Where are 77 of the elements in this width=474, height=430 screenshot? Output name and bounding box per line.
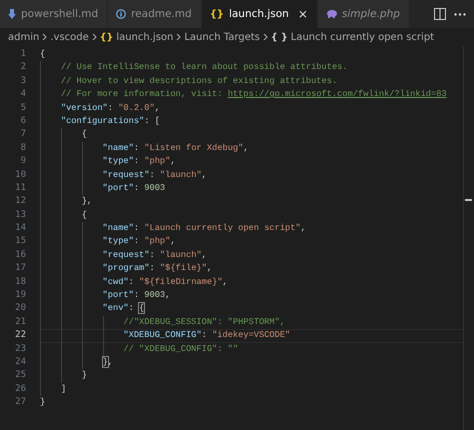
- editor-tab[interactable]: simple.php: [318, 0, 410, 28]
- code-line: {: [80, 129, 87, 140]
- editor-tab[interactable]: {} launch.json ×: [202, 0, 318, 28]
- code-line: "configurations": [: [60, 116, 160, 126]
- line-number: 25: [14, 369, 27, 382]
- code-line: "XDEBUG_CONFIG": "idekey=VSCODE": [122, 330, 290, 340]
- line-number: 7: [20, 128, 27, 142]
- line-number: 27: [14, 396, 27, 410]
- line-number: 23: [14, 342, 27, 356]
- line-number: 13: [14, 208, 27, 222]
- elephant-icon: [326, 10, 337, 18]
- code-line: {: [80, 210, 87, 220]
- code-line: }: [80, 370, 87, 380]
- editor-tab[interactable]: powershell.md: [0, 0, 108, 28]
- breadcrumb-item[interactable]: .vscode: [50, 32, 89, 42]
- line-number: 2: [20, 61, 27, 74]
- line-number: 17: [14, 262, 27, 276]
- line-number: 8: [20, 142, 27, 155]
- line-number: 14: [14, 222, 27, 236]
- line-number: 12: [14, 195, 27, 208]
- code-line: //"XDEBUG_SESSION": "PHPSTORM",: [122, 316, 286, 327]
- more-icon[interactable]: [454, 12, 466, 16]
- code-line: "port": 9003: [102, 182, 166, 193]
- split-editor-icon[interactable]: [434, 8, 446, 20]
- line-number: 22: [14, 329, 27, 342]
- line-number: 10: [14, 168, 27, 182]
- code-line: // Hover to view descriptions of existing attributes.: [60, 76, 338, 86]
- line-number: 11: [14, 182, 27, 195]
- code-line: "port": 9003,: [102, 290, 170, 300]
- breadcrumb-item[interactable]: launch.json: [116, 32, 174, 42]
- code-line: {: [40, 49, 46, 59]
- line-number: 20: [14, 302, 27, 316]
- braces-icon: {}: [100, 32, 114, 42]
- code-line: "name": "Launch currently open script",: [102, 223, 306, 234]
- code-line: "type": "php",: [102, 236, 176, 246]
- code-line: "request": "launch",: [102, 170, 207, 180]
- code-line: // For more information, visit: https://go.microsoft.com/fwlink/?linkid=83: [60, 89, 447, 100]
- download-icon: [8, 9, 16, 19]
- line-number: 26: [14, 382, 27, 396]
- code-line: },: [102, 356, 113, 367]
- code-line: "type": "php",: [102, 156, 176, 166]
- line-number: 21: [14, 316, 27, 329]
- chevron-icon: [92, 33, 97, 41]
- code-line: "program": "${file}",: [102, 263, 212, 274]
- line-number: 19: [14, 289, 27, 302]
- code-line: // "XDEBUG_CONFIG": "": [122, 344, 238, 354]
- code-line: "version": "0.2.0",: [60, 102, 160, 113]
- code-line: },: [80, 196, 92, 206]
- editor-tab[interactable]: readme.md: [108, 0, 202, 28]
- breadcrumb-item[interactable]: admin: [8, 32, 40, 42]
- breadcrumb-item[interactable]: Launch currently open script: [290, 32, 434, 42]
- chevron-icon: [176, 33, 182, 41]
- line-number: 9: [20, 155, 27, 168]
- line-number: 3: [20, 74, 27, 88]
- code-line: "cwd": "${fileDirname}",: [102, 276, 228, 287]
- scrollbar-mark: [465, 199, 472, 201]
- line-number: 5: [20, 102, 27, 115]
- line-number: 6: [20, 114, 27, 128]
- line-number: 1: [20, 48, 27, 61]
- code-line: }: [40, 397, 46, 408]
- braces-icon: {}: [210, 8, 224, 20]
- close-icon[interactable]: ×: [298, 7, 308, 21]
- code-line: "name": "Listen for Xdebug",: [102, 142, 249, 153]
- info-icon: [116, 9, 126, 19]
- line-number: 15: [14, 235, 27, 248]
- chevron-icon: [42, 33, 48, 41]
- line-number: 16: [14, 248, 27, 262]
- line-number: 24: [14, 356, 27, 369]
- code-line: // Use IntelliSense to learn about possible attributes.: [60, 62, 348, 72]
- line-number: 4: [20, 88, 27, 102]
- chevron-icon: [262, 33, 268, 41]
- braces-icon: { }: [270, 32, 288, 42]
- code-line: "request": "launch",: [102, 250, 207, 260]
- line-number: 18: [14, 276, 27, 289]
- code-line: ]: [60, 384, 66, 394]
- code-line: "env": {: [102, 303, 144, 314]
- breadcrumb-item[interactable]: Launch Targets: [184, 32, 260, 42]
